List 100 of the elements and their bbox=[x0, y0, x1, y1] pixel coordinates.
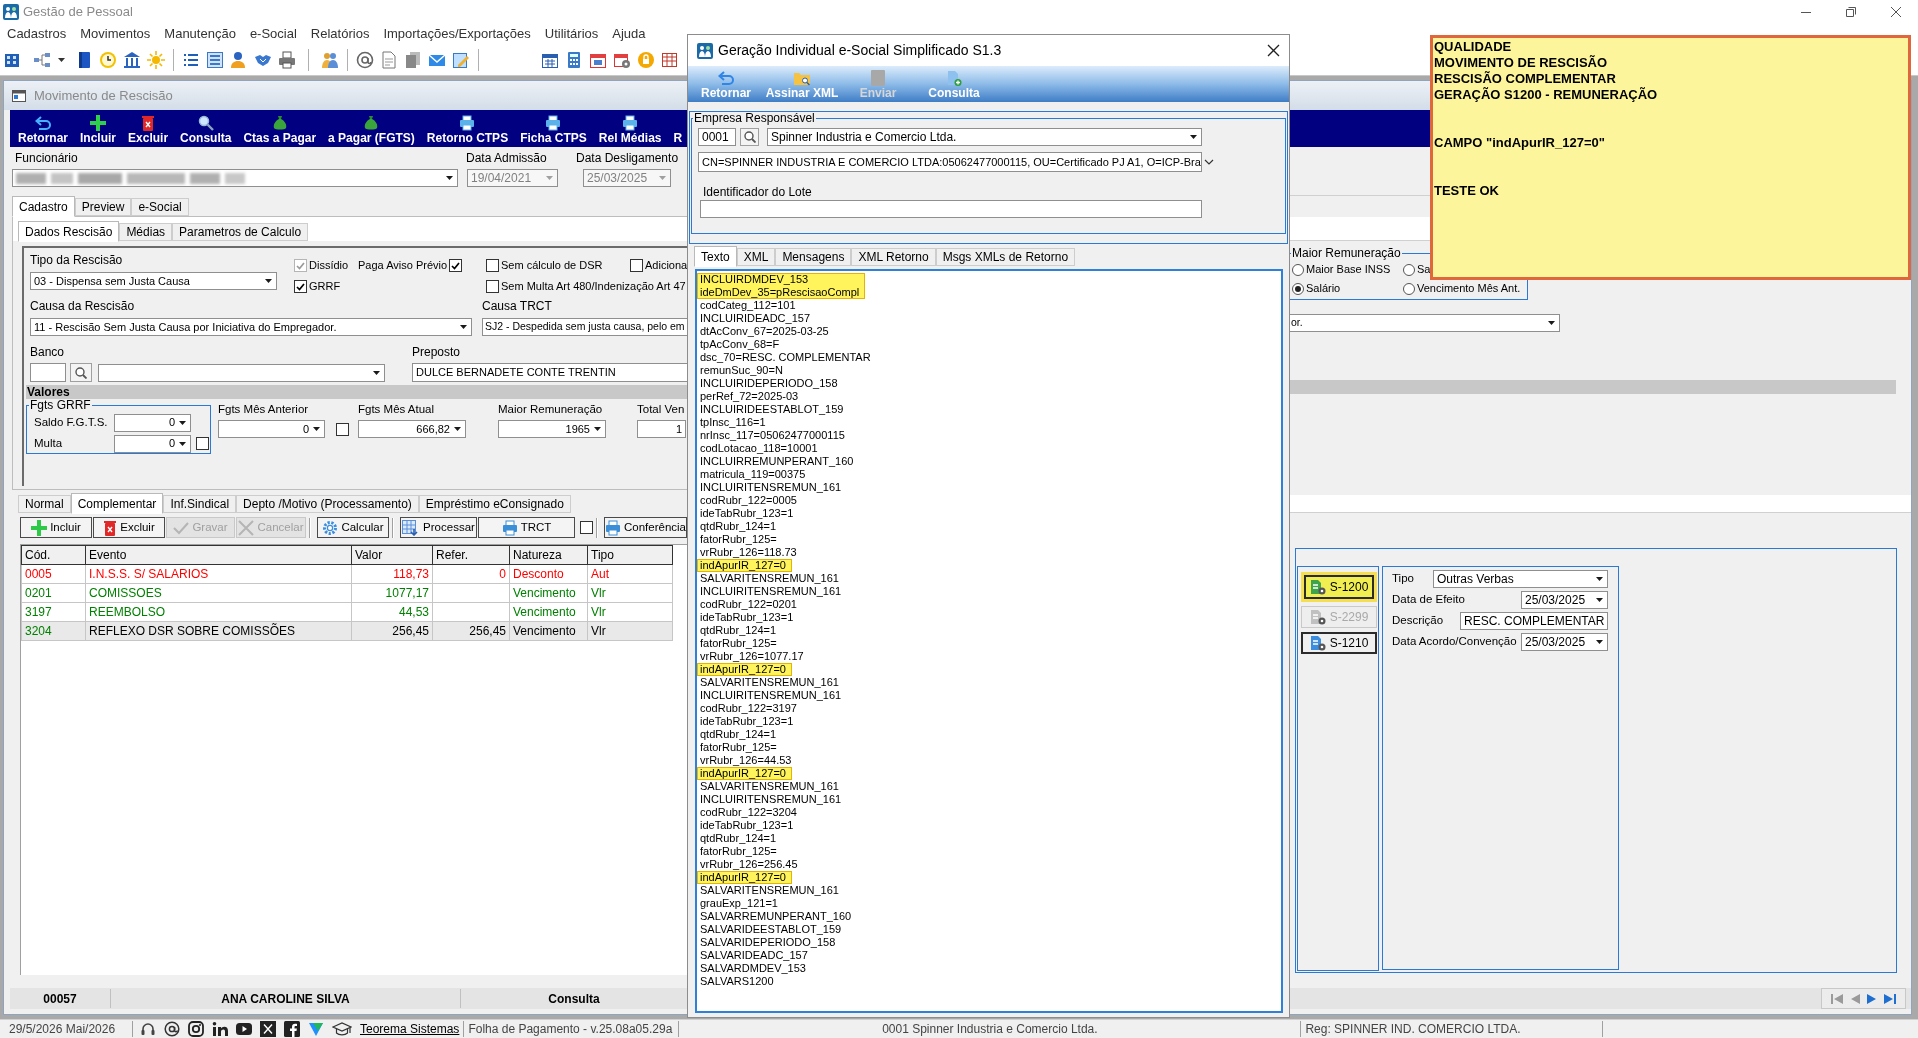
tab[interactable]: Msgs XMLs de Retorno bbox=[935, 248, 1076, 266]
menu-item[interactable]: Ajuda bbox=[612, 24, 646, 44]
radio-button[interactable] bbox=[1292, 263, 1304, 276]
tab[interactable]: Empréstimo eConsignado bbox=[418, 495, 571, 513]
menu-item[interactable]: Relatórios bbox=[310, 24, 370, 44]
checkbox[interactable] bbox=[196, 437, 209, 450]
tab[interactable]: Médias bbox=[119, 223, 173, 241]
column-header[interactable]: Valor bbox=[351, 545, 433, 565]
checkbox[interactable] bbox=[486, 280, 499, 293]
dropdown[interactable]: 0 bbox=[114, 434, 191, 453]
close-icon[interactable] bbox=[1890, 7, 1901, 17]
date-field[interactable]: 25/03/2025 bbox=[1521, 591, 1608, 609]
event-button[interactable]: S-1200 bbox=[1301, 572, 1377, 602]
search-button[interactable] bbox=[740, 128, 759, 146]
clock-icon[interactable] bbox=[99, 50, 117, 69]
toolbar-button[interactable]: Ctas a Pagar bbox=[237, 115, 323, 145]
dropdown[interactable]: 1965 bbox=[498, 420, 606, 438]
dropdown[interactable] bbox=[98, 363, 385, 382]
dropdown[interactable]: or. bbox=[1290, 314, 1560, 332]
tab[interactable]: XML bbox=[736, 248, 776, 266]
checkbox[interactable] bbox=[486, 259, 499, 272]
dropdown[interactable]: SJ2 - Despedida sem justa causa, pelo em bbox=[482, 318, 687, 336]
date-field[interactable]: 25/03/2025 bbox=[1521, 633, 1608, 651]
radio-button[interactable] bbox=[1403, 263, 1415, 276]
checkbox[interactable] bbox=[580, 521, 593, 534]
caret-icon[interactable] bbox=[57, 57, 65, 62]
input-field[interactable]: 0001 bbox=[698, 128, 736, 146]
toolbar-button[interactable]: Calcular bbox=[317, 517, 389, 538]
last-icon[interactable] bbox=[1884, 992, 1896, 1005]
tab[interactable]: Cadastro bbox=[12, 196, 75, 217]
column-header[interactable]: Natureza bbox=[509, 545, 588, 565]
toolbar-button[interactable]: Excluir bbox=[122, 115, 175, 145]
restore-icon[interactable] bbox=[1845, 7, 1856, 17]
checkbox[interactable] bbox=[449, 259, 463, 272]
tab[interactable]: Inf.Sindical bbox=[163, 495, 237, 513]
column-header[interactable]: Evento bbox=[85, 545, 352, 565]
tab[interactable]: Preview bbox=[74, 198, 132, 216]
event-button[interactable]: S-1210 bbox=[1301, 632, 1377, 654]
dropdown[interactable]: 03 - Dispensa sem Justa Causa bbox=[30, 272, 277, 290]
tab[interactable]: Normal bbox=[18, 495, 71, 513]
printer-icon[interactable] bbox=[278, 50, 296, 69]
document-pencil-icon[interactable] bbox=[452, 50, 470, 69]
instagram-icon[interactable] bbox=[188, 1021, 204, 1037]
next-icon[interactable] bbox=[1867, 992, 1877, 1005]
toolbar-button[interactable]: Rel Médias bbox=[592, 115, 668, 145]
toolbar-button[interactable]: Excluir bbox=[93, 517, 165, 538]
checkbox[interactable] bbox=[630, 259, 643, 272]
toolbar-button[interactable]: Retornar bbox=[12, 116, 74, 145]
dropdown[interactable]: Outras Verbas bbox=[1433, 570, 1608, 588]
search-button[interactable] bbox=[70, 363, 92, 382]
menu-item[interactable]: Manutenção bbox=[164, 24, 236, 44]
tab[interactable]: Texto bbox=[694, 246, 737, 267]
checkbox[interactable] bbox=[294, 280, 307, 293]
dropdown[interactable] bbox=[12, 169, 458, 187]
tab[interactable]: e-Social bbox=[131, 198, 189, 216]
dropdown[interactable]: 666,82 bbox=[358, 420, 466, 438]
tab[interactable]: XML Retorno bbox=[851, 248, 936, 266]
checkbox[interactable] bbox=[336, 422, 349, 436]
link[interactable]: Teorema Sistemas bbox=[360, 1020, 460, 1038]
radio-button[interactable] bbox=[1292, 282, 1304, 295]
at-sign-icon[interactable] bbox=[356, 50, 374, 69]
form-icon[interactable] bbox=[206, 50, 224, 69]
tab[interactable]: Parametros de Calculo bbox=[172, 223, 309, 241]
network-icon[interactable] bbox=[33, 50, 51, 69]
tab[interactable]: Dados Rescisão bbox=[18, 221, 120, 242]
toolbar-button[interactable]: a Pagar (FGTS) bbox=[322, 115, 421, 145]
menu-item[interactable]: Movimentos bbox=[80, 24, 151, 44]
tab[interactable]: Mensagens bbox=[775, 248, 852, 266]
table-icon[interactable] bbox=[661, 50, 679, 69]
menu-item[interactable]: Importações/Exportações bbox=[383, 24, 531, 44]
linkedin-icon[interactable] bbox=[212, 1021, 228, 1037]
column-header[interactable]: Cód. bbox=[21, 545, 86, 565]
dropdown[interactable]: 11 - Rescisão Sem Justa Causa por Iniciativa do Empregador. bbox=[30, 318, 472, 336]
input-field[interactable]: DULCE BERNADETE CONTE TRENTIN bbox=[412, 363, 687, 382]
toolbar-button[interactable]: Ficha CTPS bbox=[514, 115, 593, 145]
toolbar-button[interactable]: TRCT bbox=[478, 517, 575, 538]
dropdown[interactable]: 0 bbox=[114, 413, 191, 432]
minimize-icon[interactable] bbox=[1800, 11, 1811, 13]
facebook-icon[interactable] bbox=[284, 1021, 300, 1037]
bank-icon[interactable] bbox=[123, 50, 141, 69]
input-field[interactable] bbox=[700, 200, 1202, 218]
x-logo-icon[interactable] bbox=[260, 1021, 276, 1037]
youtube-icon[interactable] bbox=[236, 1021, 252, 1037]
tab[interactable]: Complementar bbox=[70, 493, 164, 514]
calculator-icon[interactable] bbox=[565, 50, 583, 69]
dropdown[interactable]: Spinner Industria e Comercio Ltda. bbox=[767, 128, 1202, 146]
menu-item[interactable]: Cadastros bbox=[7, 24, 67, 44]
menu-item[interactable]: Utilitários bbox=[544, 24, 599, 44]
input-field[interactable]: 1 bbox=[637, 420, 686, 438]
toolbar-button[interactable]: Retorno CTPS bbox=[420, 115, 515, 145]
tab[interactable]: Depto /Motivo (Processamento) bbox=[236, 495, 419, 513]
column-header[interactable]: Refer. bbox=[432, 545, 510, 565]
input-field[interactable] bbox=[30, 363, 66, 382]
toolbar-button[interactable]: Conferência bbox=[604, 517, 687, 538]
menu-item[interactable]: e-Social bbox=[249, 24, 297, 44]
at-sign-icon[interactable] bbox=[164, 1021, 180, 1037]
toolbar-button[interactable]: Processar bbox=[400, 517, 477, 538]
headset-icon[interactable] bbox=[140, 1021, 156, 1037]
toolbar-button[interactable]: Incluir bbox=[74, 115, 123, 145]
people-icon[interactable] bbox=[321, 50, 339, 69]
